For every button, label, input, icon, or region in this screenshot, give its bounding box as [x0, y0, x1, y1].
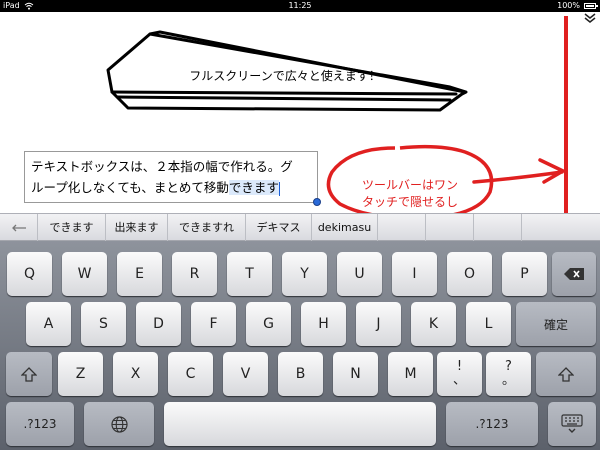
annotation-line-1: ツールバーはワン [361, 178, 458, 192]
key-r[interactable]: R [172, 252, 217, 296]
candidate-back-button[interactable] [0, 214, 38, 241]
textbox-marked-text: できます [228, 180, 279, 195]
clock: 11:25 [288, 1, 312, 10]
shift-key-left[interactable] [6, 352, 52, 396]
candidate-item[interactable]: デキマス [246, 214, 312, 241]
backspace-icon [564, 268, 584, 280]
numbers-key-left[interactable]: .?123 [6, 402, 74, 446]
key-h[interactable]: H [301, 302, 346, 346]
key-f[interactable]: F [191, 302, 236, 346]
key-c[interactable]: C [168, 352, 213, 396]
collapse-toolbar-icon[interactable] [583, 13, 597, 23]
key-s[interactable]: S [81, 302, 126, 346]
annotation-text: ツールバーはワン タッチで隠せるし [345, 177, 475, 211]
status-bar: iPad 11:25 100% [0, 0, 600, 12]
text-box[interactable]: テキストボックスは、２本指の幅で作れる。グ ループ化しなくても、まとめて移動でき… [24, 151, 318, 203]
key-o[interactable]: O [447, 252, 492, 296]
drawing-canvas[interactable]: フルスクリーンで広々と使えます！ テキストボックスは、２本指の幅で作れる。グ ル… [0, 12, 600, 213]
candidate-bar: できます 出来ます できますれ デキマス dekimasu [0, 213, 600, 241]
candidate-item[interactable]: できますれ [168, 214, 246, 241]
candidate-item[interactable]: dekimasu [312, 214, 378, 241]
key-z[interactable]: Z [58, 352, 103, 396]
annotation-line-2: タッチで隠せるし [361, 195, 458, 209]
textbox-line-1: テキストボックスは、２本指の幅で作れる。グ [31, 159, 293, 174]
battery-icon [584, 3, 598, 9]
candidate-empty-slot [474, 214, 522, 241]
candidate-empty-slot [378, 214, 426, 241]
candidate-empty-slot [522, 214, 600, 241]
keyboard-hide-icon [561, 414, 583, 433]
key-j[interactable]: J [356, 302, 401, 346]
globe-icon [110, 415, 128, 433]
globe-key[interactable] [84, 402, 154, 446]
arrow-left-icon [11, 224, 26, 232]
shift-icon [21, 366, 37, 382]
key-b[interactable]: B [278, 352, 323, 396]
backspace-key[interactable] [552, 252, 596, 296]
key-g[interactable]: G [246, 302, 291, 346]
key-y[interactable]: Y [282, 252, 327, 296]
key-i[interactable]: I [392, 252, 437, 296]
key-v[interactable]: V [223, 352, 268, 396]
shift-icon [558, 366, 574, 382]
candidate-empty-slot [426, 214, 474, 241]
candidate-item[interactable]: できます [38, 214, 106, 241]
key-question-period[interactable]: ?。 [486, 352, 531, 396]
battery-fill [586, 5, 594, 7]
box-label-text: フルスクリーンで広々と使えます！ [189, 69, 381, 83]
enter-key[interactable]: 確定 [516, 302, 596, 346]
battery-percent: 100% [557, 1, 580, 10]
shift-key-right[interactable] [536, 352, 596, 396]
candidate-item[interactable]: 出来ます [106, 214, 168, 241]
key-e[interactable]: E [117, 252, 162, 296]
key-x[interactable]: X [113, 352, 158, 396]
key-p[interactable]: P [502, 252, 547, 296]
key-d[interactable]: D [136, 302, 181, 346]
keyboard: Q W E R T Y U I O P A S D F G H J K L 確定… [0, 241, 600, 450]
key-l[interactable]: L [466, 302, 511, 346]
textbox-line-2: ループ化しなくても、まとめて移動できます [31, 177, 311, 198]
textbox-resize-handle[interactable] [313, 198, 321, 206]
text-caret [278, 181, 280, 196]
key-u[interactable]: U [337, 252, 382, 296]
key-q[interactable]: Q [7, 252, 52, 296]
textbox-line-2-text: ループ化しなくても、まとめて移動 [31, 180, 229, 195]
key-n[interactable]: N [333, 352, 378, 396]
key-w[interactable]: W [62, 252, 107, 296]
key-m[interactable]: M [388, 352, 433, 396]
key-k[interactable]: K [411, 302, 456, 346]
hide-keyboard-key[interactable] [548, 402, 596, 446]
key-t[interactable]: T [227, 252, 272, 296]
space-key[interactable] [164, 402, 436, 446]
key-a[interactable]: A [26, 302, 71, 346]
key-exclaim-comma[interactable]: !、 [437, 352, 482, 396]
numbers-key-right[interactable]: .?123 [446, 402, 538, 446]
